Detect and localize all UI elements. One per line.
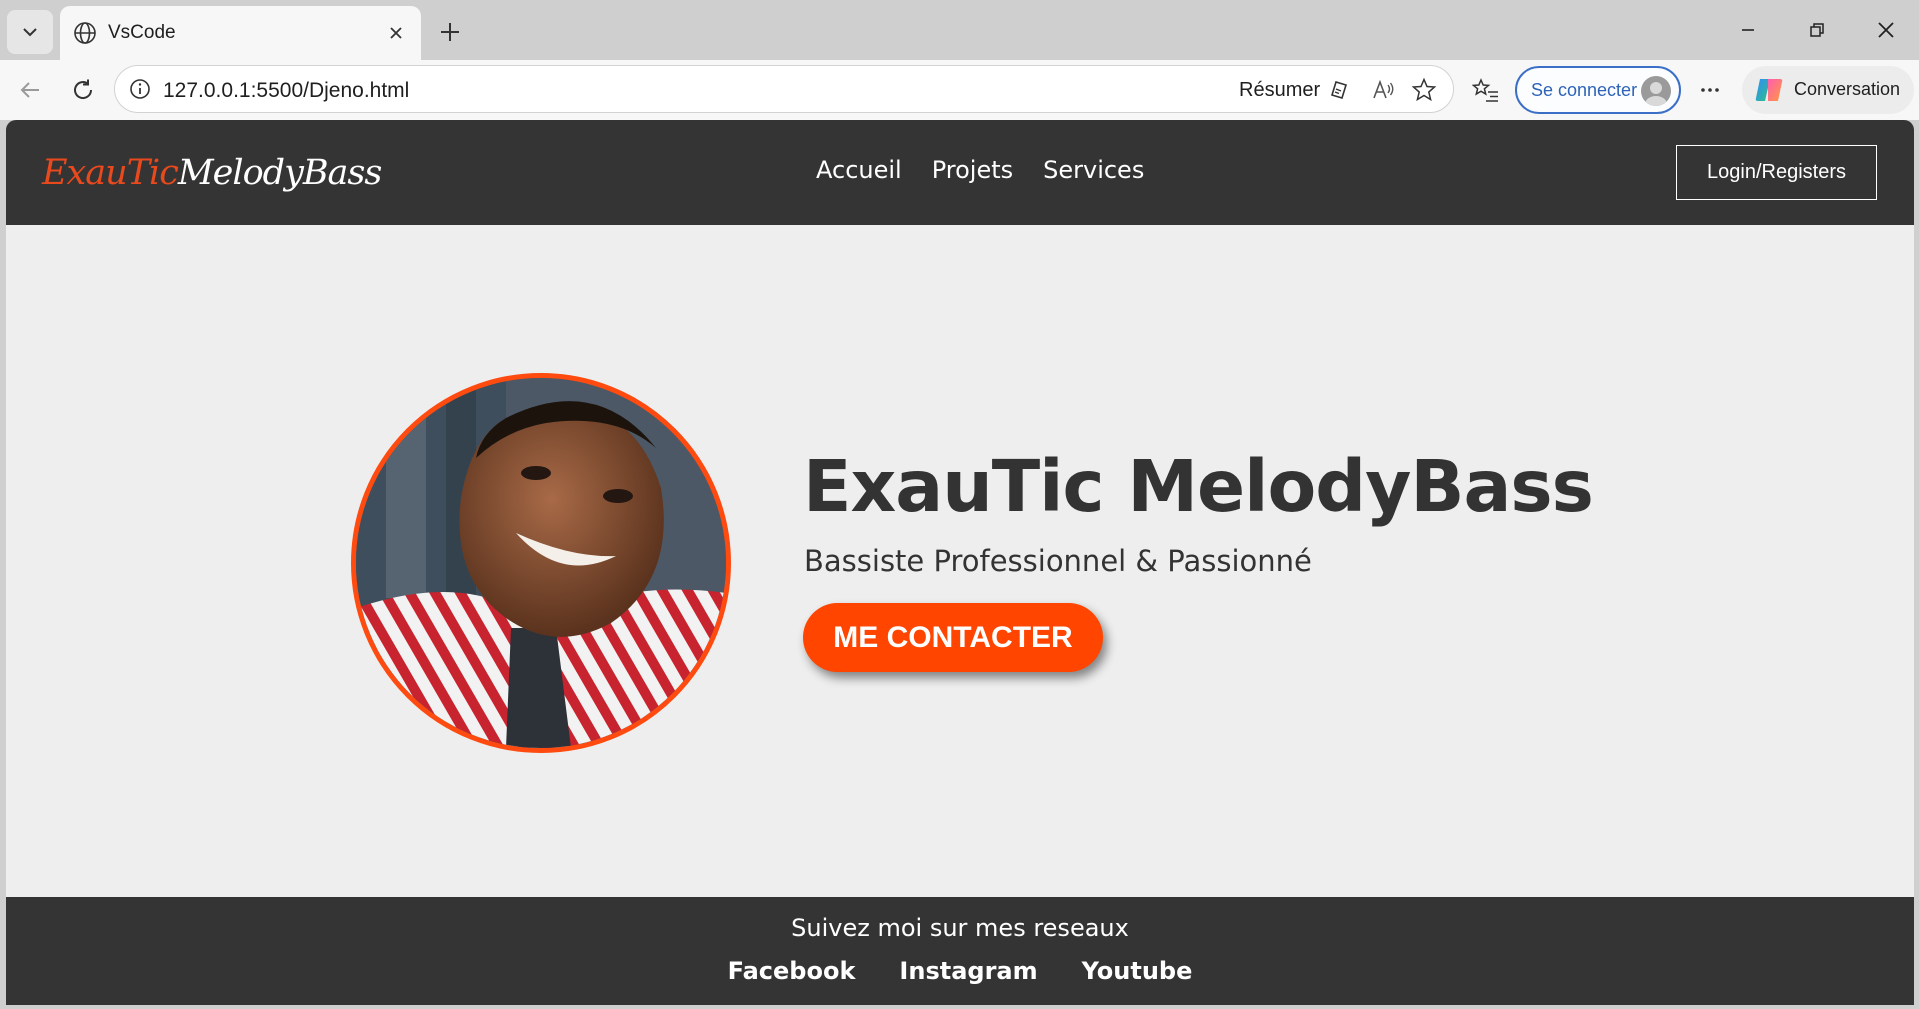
plus-icon bbox=[441, 23, 459, 41]
new-tab-button[interactable] bbox=[432, 14, 468, 50]
favorite-star-icon[interactable] bbox=[1408, 74, 1440, 106]
read-aloud-icon[interactable] bbox=[1367, 74, 1399, 106]
copilot-button[interactable]: Conversation bbox=[1742, 66, 1914, 114]
back-button[interactable] bbox=[10, 70, 50, 110]
nav-link-projets[interactable]: Projets bbox=[932, 156, 1013, 184]
site-header: ExauTicMelodyBass Accueil Projets Servic… bbox=[6, 120, 1914, 225]
social-link-instagram[interactable]: Instagram bbox=[899, 957, 1037, 985]
hero-subtitle: Bassiste Professionnel & Passionné bbox=[804, 544, 1312, 578]
logo-part-1: ExauTic bbox=[42, 153, 179, 193]
profile-photo bbox=[351, 373, 731, 753]
browser-tab-strip: VsCode bbox=[0, 0, 1919, 60]
info-icon bbox=[130, 79, 150, 99]
sign-in-button[interactable]: Se connecter bbox=[1515, 66, 1681, 114]
contact-button[interactable]: ME CONTACTER bbox=[803, 603, 1103, 672]
hero-title: ExauTic MelodyBass bbox=[803, 445, 1594, 528]
social-link-facebook[interactable]: Facebook bbox=[728, 957, 856, 985]
close-icon bbox=[390, 27, 402, 39]
window-close-button[interactable] bbox=[1858, 8, 1914, 52]
login-register-button[interactable]: Login/Registers bbox=[1676, 145, 1877, 200]
minimize-button[interactable] bbox=[1720, 8, 1776, 52]
site-logo[interactable]: ExauTicMelodyBass bbox=[42, 150, 383, 196]
social-link-youtube[interactable]: Youtube bbox=[1082, 957, 1193, 985]
tab-close-button[interactable] bbox=[381, 18, 411, 48]
browser-toolbar: 127.0.0.1:5500/Djeno.html Résumer Se con… bbox=[0, 60, 1919, 120]
close-icon bbox=[1878, 22, 1894, 38]
reload-button[interactable] bbox=[63, 70, 103, 110]
copilot-icon bbox=[1755, 79, 1783, 101]
tab-title: VsCode bbox=[108, 22, 176, 43]
nav-link-services[interactable]: Services bbox=[1043, 156, 1144, 184]
globe-icon bbox=[74, 22, 96, 44]
summarize-button[interactable]: Résumer bbox=[1239, 79, 1320, 102]
favorites-button[interactable] bbox=[1466, 70, 1506, 110]
restore-icon bbox=[1810, 23, 1824, 37]
chevron-down-icon bbox=[23, 28, 37, 37]
restore-button[interactable] bbox=[1789, 8, 1845, 52]
url-text[interactable]: 127.0.0.1:5500/Djeno.html bbox=[163, 79, 409, 103]
sign-in-label: Se connecter bbox=[1531, 80, 1638, 100]
browser-tab[interactable]: VsCode bbox=[60, 6, 421, 60]
main-nav: Accueil Projets Services bbox=[816, 156, 1144, 184]
logo-part-2: MelodyBass bbox=[177, 153, 383, 193]
social-links: Facebook Instagram Youtube bbox=[6, 957, 1914, 985]
summarize-icon[interactable] bbox=[1323, 74, 1355, 106]
reload-icon bbox=[74, 79, 93, 99]
nav-link-accueil[interactable]: Accueil bbox=[816, 156, 902, 184]
copilot-label: Conversation bbox=[1794, 79, 1901, 99]
site-footer: Suivez moi sur mes reseaux Facebook Inst… bbox=[6, 897, 1914, 1005]
minimize-icon bbox=[1742, 29, 1754, 31]
site-info-button[interactable] bbox=[127, 76, 153, 102]
favorites-list-icon bbox=[1472, 78, 1498, 102]
more-options-button[interactable] bbox=[1690, 70, 1730, 110]
arrow-left-icon bbox=[20, 82, 39, 98]
page-viewport: ExauTicMelodyBass Accueil Projets Servic… bbox=[6, 120, 1914, 1005]
more-icon bbox=[1701, 88, 1719, 92]
address-bar[interactable]: 127.0.0.1:5500/Djeno.html Résumer bbox=[114, 65, 1454, 113]
tab-list-button[interactable] bbox=[7, 10, 53, 54]
avatar-icon bbox=[1641, 76, 1671, 106]
footer-text: Suivez moi sur mes reseaux bbox=[791, 914, 1129, 942]
